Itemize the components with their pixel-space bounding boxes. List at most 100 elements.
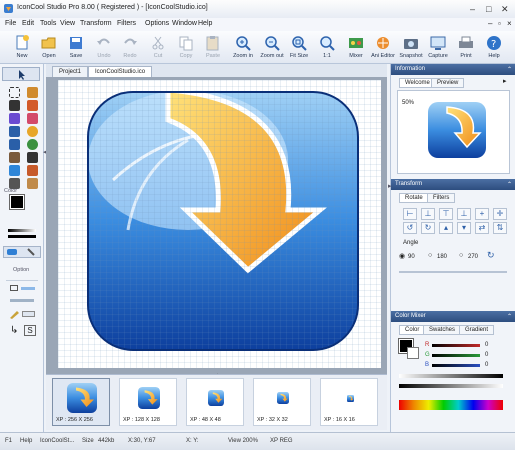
zoom-out-button[interactable]: Zoom out bbox=[258, 33, 286, 62]
add-alt-icon[interactable]: ✛ bbox=[493, 208, 507, 220]
format-thumbnail[interactable]: XP : 32 X 32 bbox=[253, 378, 311, 426]
maximize-icon[interactable]: □ bbox=[486, 4, 491, 14]
eraser-tool-icon[interactable] bbox=[27, 113, 38, 124]
rectangle-tool-icon[interactable] bbox=[9, 126, 20, 137]
open-button[interactable]: Open bbox=[35, 33, 63, 62]
align-top-icon[interactable]: ⊤ bbox=[439, 208, 453, 220]
save-button[interactable]: Save bbox=[62, 33, 90, 62]
mixer-background-swatch[interactable] bbox=[407, 347, 419, 359]
menu-view[interactable]: View bbox=[60, 20, 75, 27]
flip-horizontal-icon[interactable]: ⇄ bbox=[475, 222, 489, 234]
align-bottom-icon[interactable]: ⊥ bbox=[457, 208, 471, 220]
format-thumbnail[interactable]: XP : 16 X 16 bbox=[320, 378, 378, 426]
redo-button[interactable]: Redo bbox=[116, 33, 144, 62]
size-slider[interactable] bbox=[10, 299, 34, 302]
alpha-bar[interactable] bbox=[399, 384, 503, 388]
mdi-minimize-icon[interactable]: – bbox=[488, 19, 492, 28]
copy-button[interactable]: Copy bbox=[172, 33, 200, 62]
fill-option-icon[interactable] bbox=[21, 287, 35, 290]
information-collapse-icon[interactable]: ⌃ bbox=[507, 66, 512, 73]
fit-size-button[interactable]: Fit Size bbox=[285, 33, 313, 62]
cut-button[interactable]: Cut bbox=[144, 33, 172, 62]
eyedropper-tool-icon[interactable] bbox=[9, 152, 20, 163]
tab-iconcoolstudio[interactable]: IconCoolStudio.ico bbox=[88, 66, 153, 77]
foreground-color-swatch[interactable] bbox=[9, 194, 25, 210]
tab-rotate[interactable]: Rotate bbox=[399, 193, 429, 203]
smooth-option-icon[interactable]: S bbox=[24, 325, 36, 336]
line-width-strip[interactable] bbox=[8, 235, 36, 238]
text-tool-icon[interactable] bbox=[27, 152, 38, 163]
zoom-in-button[interactable]: Zoom in bbox=[229, 33, 257, 62]
menu-filters[interactable]: Filters bbox=[117, 20, 136, 27]
brightness-bar[interactable] bbox=[399, 374, 503, 378]
snapshot-button[interactable]: Snapshot bbox=[397, 33, 425, 62]
new-button[interactable]: New bbox=[8, 33, 36, 62]
add-icon[interactable]: + bbox=[475, 208, 489, 220]
minimize-icon[interactable]: – bbox=[470, 4, 475, 14]
tab-gradient[interactable]: Gradient bbox=[459, 325, 495, 335]
gradient-tool-icon[interactable] bbox=[9, 165, 20, 176]
color-mixer-collapse-icon[interactable]: ⌃ bbox=[507, 313, 512, 320]
brush-preview[interactable] bbox=[3, 246, 41, 258]
close-icon[interactable]: ✕ bbox=[501, 4, 509, 15]
menu-edit[interactable]: Edit bbox=[22, 20, 34, 27]
preview-menu-icon[interactable]: ▸ bbox=[503, 77, 507, 85]
pointer-tool-icon[interactable] bbox=[16, 69, 28, 80]
brush-tool-icon[interactable] bbox=[9, 113, 20, 124]
collapse-right-icon[interactable]: ▸ bbox=[388, 182, 392, 190]
angle-slider[interactable] bbox=[399, 271, 507, 273]
undo-button[interactable]: Undo bbox=[90, 33, 118, 62]
magic-wand-icon[interactable] bbox=[27, 87, 38, 98]
rotate-left-icon[interactable]: ↺ bbox=[403, 222, 417, 234]
1-1-button[interactable]: 1:1 bbox=[313, 33, 341, 62]
channel-b-value[interactable]: 0 bbox=[485, 362, 488, 368]
nudge-up-icon[interactable]: ▴ bbox=[439, 222, 453, 234]
pencil-option-icon[interactable] bbox=[9, 309, 21, 319]
channel-g-value[interactable]: 0 bbox=[485, 352, 488, 358]
paste-button[interactable]: Paste bbox=[199, 33, 227, 62]
angle-radio-180[interactable]: ○ bbox=[428, 252, 432, 259]
tab-swatches[interactable]: Swatches bbox=[423, 325, 462, 335]
hue-spectrum[interactable] bbox=[399, 400, 503, 410]
channel-r-slider[interactable] bbox=[432, 344, 480, 347]
tab-filters[interactable]: Filters bbox=[427, 193, 456, 203]
tab-project1[interactable]: Project1 bbox=[52, 66, 89, 77]
line-tool-icon[interactable] bbox=[9, 100, 20, 111]
tab-color[interactable]: Color bbox=[399, 325, 426, 335]
nudge-down-icon[interactable]: ▾ bbox=[457, 222, 471, 234]
align-center-icon[interactable]: ⊥ bbox=[421, 208, 435, 220]
menu-file[interactable]: File bbox=[5, 20, 16, 27]
help-button[interactable]: ? Help bbox=[480, 33, 508, 62]
transform-collapse-icon[interactable]: ⌃ bbox=[507, 181, 512, 188]
channel-b-slider[interactable] bbox=[432, 364, 480, 367]
format-thumbnail[interactable]: XP : 256 X 256 bbox=[52, 378, 110, 426]
fill-tool-icon[interactable] bbox=[27, 139, 38, 150]
shape-option-icon[interactable] bbox=[22, 311, 35, 317]
tab-preview[interactable]: Preview bbox=[431, 78, 465, 88]
rotate-apply-icon[interactable]: ↻ bbox=[487, 250, 495, 261]
menu-window[interactable]: Window bbox=[172, 20, 197, 27]
menu-tools[interactable]: Tools bbox=[40, 20, 56, 27]
hand-tool-icon[interactable] bbox=[27, 178, 38, 189]
print-button[interactable]: Print bbox=[452, 33, 480, 62]
rotate-right-icon[interactable]: ↻ bbox=[421, 222, 435, 234]
rounded-rect-tool-icon[interactable] bbox=[9, 139, 20, 150]
gradient-strip[interactable] bbox=[8, 229, 36, 232]
menu-transform[interactable]: Transform bbox=[80, 20, 112, 27]
icon-editing-canvas[interactable] bbox=[58, 80, 381, 368]
stamp-tool-icon[interactable] bbox=[27, 165, 38, 176]
flip-vertical-icon[interactable]: ⇅ bbox=[493, 222, 507, 234]
align-left-icon[interactable]: ⊢ bbox=[403, 208, 417, 220]
format-thumbnail[interactable]: XP : 128 X 128 bbox=[119, 378, 177, 426]
menu-help[interactable]: Help bbox=[198, 20, 212, 27]
ani-editor-button[interactable]: Ani Editor bbox=[369, 33, 397, 62]
lasso-option-icon[interactable]: ↳ bbox=[10, 325, 18, 336]
capture-button[interactable]: Capture bbox=[424, 33, 452, 62]
select-rect-icon[interactable] bbox=[9, 87, 20, 98]
angle-radio-270[interactable]: ○ bbox=[459, 252, 463, 259]
rect-option-icon[interactable] bbox=[10, 285, 18, 291]
mdi-close-icon[interactable]: × bbox=[507, 19, 512, 28]
mixer-button[interactable]: Mixer bbox=[342, 33, 370, 62]
channel-g-slider[interactable] bbox=[432, 354, 480, 357]
pencil-tool-icon[interactable] bbox=[27, 100, 38, 111]
